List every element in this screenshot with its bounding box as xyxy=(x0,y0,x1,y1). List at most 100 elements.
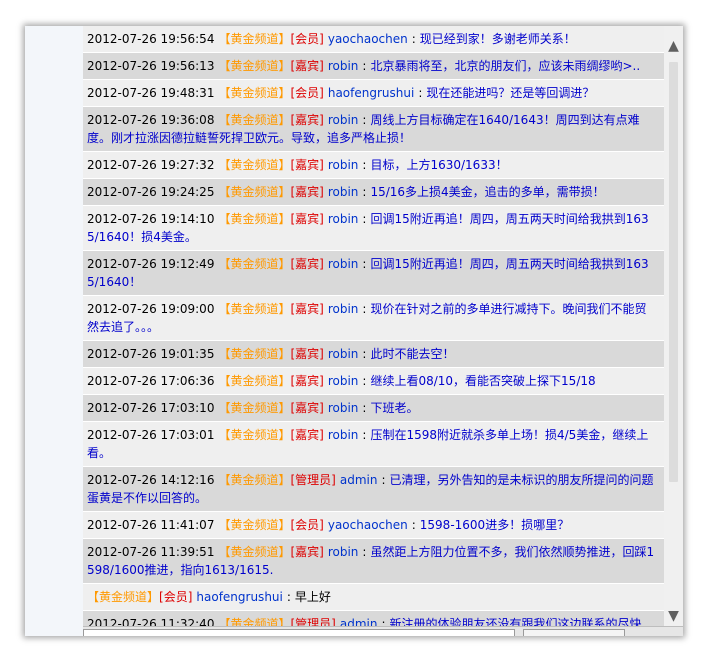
message-text: 此时不能去空！ xyxy=(370,347,455,361)
message-text: 早上好 xyxy=(294,590,331,604)
message-channel: 【黄金频道】 xyxy=(218,113,291,127)
message-text: 1598-1600进多！损哪里？ xyxy=(419,518,570,532)
message-role-badge: [嘉宾] xyxy=(290,374,324,388)
message-separator: : xyxy=(411,32,416,46)
message-channel: 【黄金频道】 xyxy=(218,518,291,532)
message-username[interactable]: yaochaochen xyxy=(328,32,408,46)
message-separator: : xyxy=(362,428,367,442)
chat-message: 2012-07-26 19:09:00 【黄金频道】[嘉宾] robin: 现价在针对… xyxy=(83,296,664,341)
message-timestamp: 2012-07-26 17:06:36 xyxy=(87,374,215,388)
message-role-badge: [嘉宾] xyxy=(290,185,324,199)
message-username[interactable]: robin xyxy=(328,347,359,361)
chat-message: 2012-07-26 19:14:10 【黄金频道】[嘉宾] robin: 回调15附… xyxy=(83,206,664,251)
message-timestamp: 2012-07-26 19:27:32 xyxy=(87,158,215,172)
message-username[interactable]: yaochaochen xyxy=(328,518,408,532)
message-timestamp: 2012-07-26 19:01:35 xyxy=(87,347,215,361)
message-channel: 【黄金频道】 xyxy=(218,32,291,46)
message-channel: 【黄金频道】 xyxy=(87,590,160,604)
message-separator: : xyxy=(286,590,291,604)
message-separator: : xyxy=(362,59,367,73)
message-channel: 【黄金频道】 xyxy=(218,428,291,442)
message-separator: : xyxy=(362,185,367,199)
message-text: 现在还能进吗？还是等回调进？ xyxy=(426,86,595,100)
chat-input[interactable] xyxy=(83,629,515,636)
message-timestamp: 2012-07-26 19:24:25 xyxy=(87,185,215,199)
send-button[interactable] xyxy=(523,629,625,636)
message-text: 继续上看08/10，看能否突破上探下15/18 xyxy=(370,374,596,388)
message-username[interactable]: robin xyxy=(328,212,359,226)
message-username[interactable]: robin xyxy=(328,302,359,316)
message-separator: : xyxy=(362,113,367,127)
scroll-up-icon[interactable]: ▲ xyxy=(664,36,683,56)
message-text: 下班老。 xyxy=(370,401,419,415)
scroll-thumb[interactable] xyxy=(669,62,678,482)
chat-message: 2012-07-26 17:06:36 【黄金频道】[嘉宾] robin: 继续上看0… xyxy=(83,368,664,395)
vertical-scrollbar[interactable]: ▲ ▼ xyxy=(664,26,683,626)
message-separator: : xyxy=(362,401,367,415)
message-role-badge: [管理员] xyxy=(290,473,336,487)
message-username[interactable]: robin xyxy=(328,113,359,127)
message-channel: 【黄金频道】 xyxy=(218,347,291,361)
message-timestamp: 2012-07-26 19:12:49 xyxy=(87,257,215,271)
chat-window: 2012-07-26 19:56:54 【黄金频道】[会员] yaochaochen… xyxy=(25,26,683,636)
chat-message-list[interactable]: 2012-07-26 19:56:54 【黄金频道】[会员] yaochaochen… xyxy=(83,26,664,626)
message-username[interactable]: robin xyxy=(328,401,359,415)
message-role-badge: [会员] xyxy=(290,32,324,46)
message-channel: 【黄金频道】 xyxy=(218,374,291,388)
message-username[interactable]: robin xyxy=(328,545,359,559)
chat-message: 2012-07-26 19:12:49 【黄金频道】[嘉宾] robin: 回调15附… xyxy=(83,251,664,296)
message-role-badge: [会员] xyxy=(290,86,324,100)
message-timestamp: 2012-07-26 19:56:54 xyxy=(87,32,215,46)
message-role-badge: [嘉宾] xyxy=(290,545,324,559)
message-channel: 【黄金频道】 xyxy=(218,158,291,172)
message-username[interactable]: robin xyxy=(328,59,359,73)
message-channel: 【黄金频道】 xyxy=(218,617,291,626)
chat-message: 2012-07-26 19:01:35 【黄金频道】[嘉宾] robin: 此时不能去… xyxy=(83,341,664,368)
message-role-badge: [嘉宾] xyxy=(290,401,324,415)
message-username[interactable]: admin xyxy=(340,473,378,487)
chat-message: 2012-07-26 17:03:01 【黄金频道】[嘉宾] robin: 压制在15… xyxy=(83,422,664,467)
chat-message: 2012-07-26 19:56:13 【黄金频道】[嘉宾] robin: 北京暴雨将… xyxy=(83,53,664,80)
message-separator: : xyxy=(362,158,367,172)
chat-message: 2012-07-26 11:41:07 【黄金频道】[会员] yaochaochen… xyxy=(83,512,664,539)
message-role-badge: [嘉宾] xyxy=(290,212,324,226)
chat-message: 2012-07-26 14:12:16 【黄金频道】[管理员] admin: 已清理，… xyxy=(83,467,664,512)
message-separator: : xyxy=(418,86,423,100)
message-channel: 【黄金频道】 xyxy=(218,59,291,73)
message-separator: : xyxy=(362,545,367,559)
chat-message: 2012-07-26 19:56:54 【黄金频道】[会员] yaochaochen… xyxy=(83,26,664,53)
message-username[interactable]: robin xyxy=(328,257,359,271)
message-text: 目标，上方1630/1633！ xyxy=(370,158,508,172)
message-channel: 【黄金频道】 xyxy=(218,257,291,271)
message-timestamp: 2012-07-26 19:09:00 xyxy=(87,302,215,316)
chat-message: 2012-07-26 19:48:31 【黄金频道】[会员] haofengrush… xyxy=(83,80,664,107)
message-timestamp: 2012-07-26 11:32:40 xyxy=(87,617,215,626)
message-channel: 【黄金频道】 xyxy=(218,545,291,559)
chat-message: 2012-07-26 19:27:32 【黄金频道】[嘉宾] robin: 目标，上方… xyxy=(83,152,664,179)
message-username[interactable]: admin xyxy=(340,617,378,626)
chat-input-area xyxy=(83,626,683,636)
message-username[interactable]: robin xyxy=(328,374,359,388)
message-role-badge: [嘉宾] xyxy=(290,347,324,361)
message-timestamp: 2012-07-26 11:39:51 xyxy=(87,545,215,559)
message-username[interactable]: haofengrushui xyxy=(328,86,414,100)
message-role-badge: [会员] xyxy=(290,518,324,532)
message-username[interactable]: haofengrushui xyxy=(196,590,282,604)
message-timestamp: 2012-07-26 19:36:08 xyxy=(87,113,215,127)
message-role-badge: [嘉宾] xyxy=(290,158,324,172)
message-timestamp: 2012-07-26 14:12:16 xyxy=(87,473,215,487)
message-role-badge: [嘉宾] xyxy=(290,302,324,316)
message-separator: : xyxy=(381,473,386,487)
message-separator: : xyxy=(362,302,367,316)
message-channel: 【黄金频道】 xyxy=(218,473,291,487)
message-username[interactable]: robin xyxy=(328,428,359,442)
message-username[interactable]: robin xyxy=(328,158,359,172)
scroll-down-icon[interactable]: ▼ xyxy=(664,606,683,626)
message-text: 现已经到家！多谢老师关系！ xyxy=(419,32,576,46)
message-separator: : xyxy=(362,212,367,226)
message-channel: 【黄金频道】 xyxy=(218,86,291,100)
message-separator: : xyxy=(362,347,367,361)
message-timestamp: 2012-07-26 19:48:31 xyxy=(87,86,215,100)
message-username[interactable]: robin xyxy=(328,185,359,199)
message-channel: 【黄金频道】 xyxy=(218,212,291,226)
